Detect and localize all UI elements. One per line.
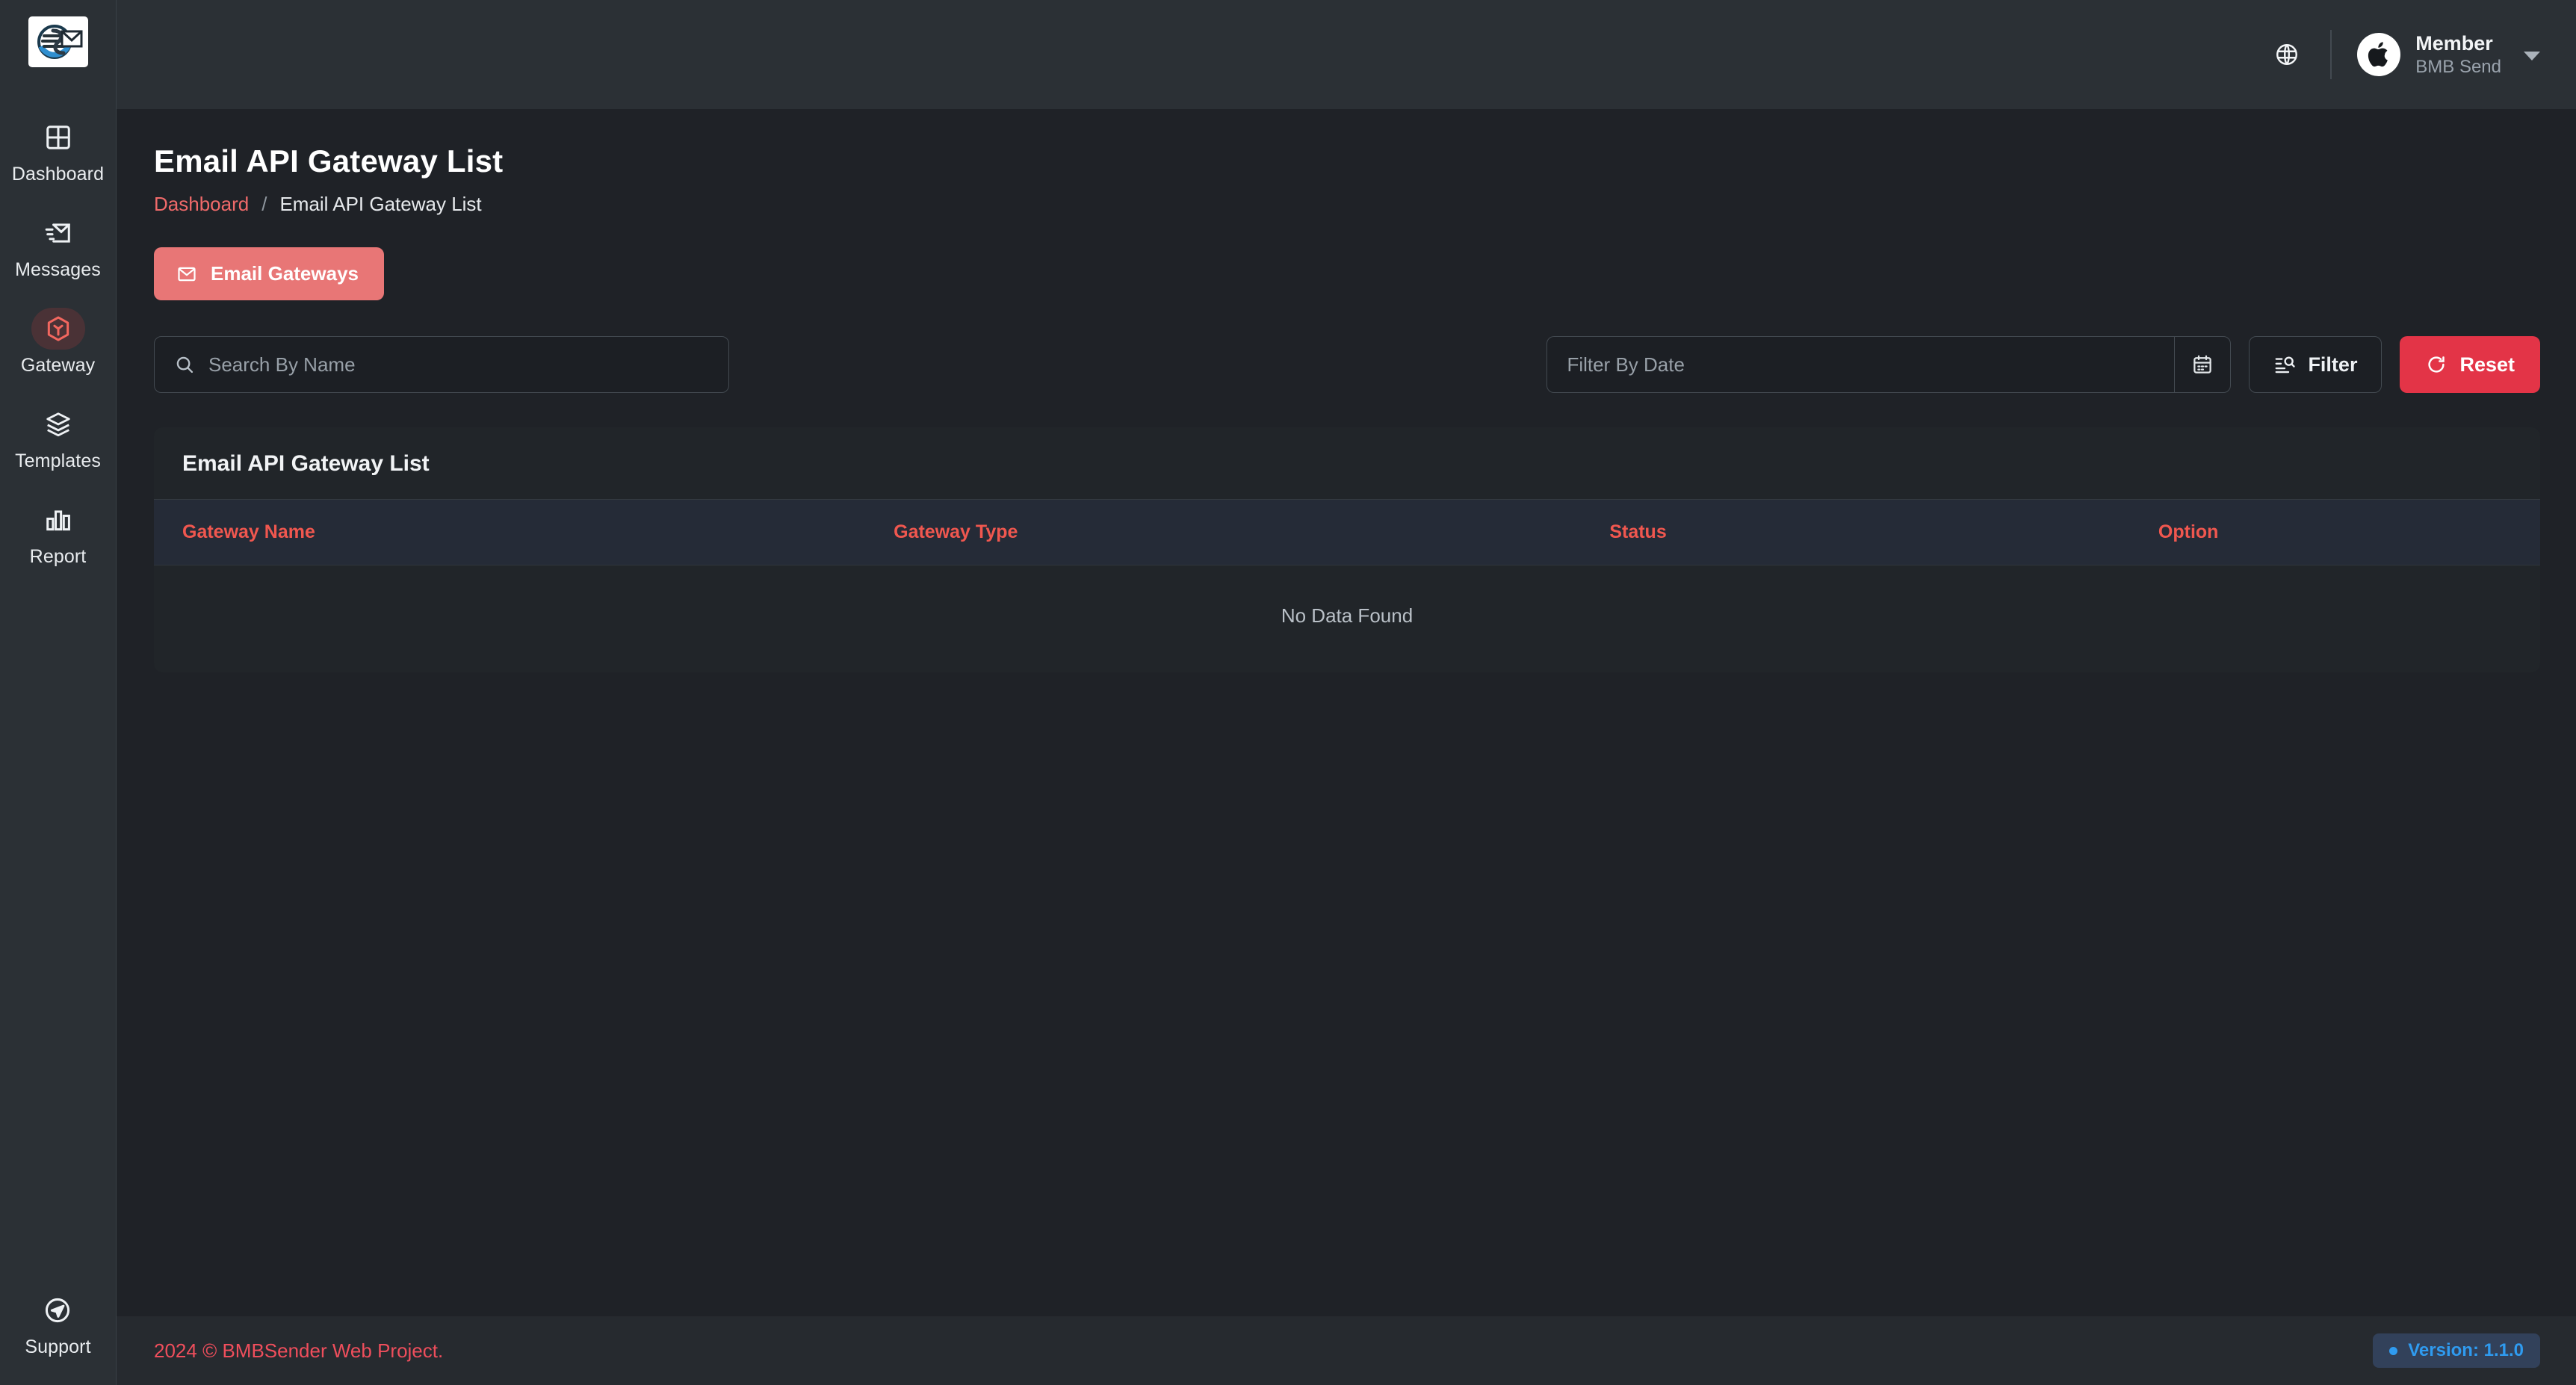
app-root: Dashboard Messages Gateway Templates Rep… [0,0,2576,1385]
sidebar-label-dashboard: Dashboard [11,164,105,185]
user-text: Member BMB Send [2415,31,2501,78]
sidebar-item-support[interactable]: Support [25,1289,91,1358]
version-badge: Version: 1.1.0 [2373,1333,2540,1368]
email-gateways-button-label: Email Gateways [211,262,359,285]
version-label: Version: 1.1.0 [2408,1340,2524,1360]
sidebar-nav: Dashboard Messages Gateway Templates Rep… [0,117,116,595]
search-input[interactable] [208,353,709,377]
breadcrumb-dashboard-link[interactable]: Dashboard [154,193,249,216]
apple-logo-icon [2368,42,2388,67]
topbar-divider [2330,30,2332,79]
gateway-hexagon-icon [47,316,69,341]
sidebar-icon-wrap [31,403,85,445]
sidebar-label-support: Support [25,1336,91,1357]
table-head: Gateway Name Gateway Type Status Option [154,499,2540,566]
app-logo[interactable] [28,16,88,67]
report-bar-chart-icon [46,510,70,531]
sidebar-icon-wrap [31,499,85,541]
footer-copyright: 2024 © BMBSender Web Project. [154,1339,444,1362]
sidebar: Dashboard Messages Gateway Templates Rep… [0,0,117,1385]
column-header-option: Option [2158,499,2540,566]
calendar-icon [2193,355,2212,374]
page-title: Email API Gateway List [154,143,504,179]
language-globe-button[interactable] [2266,34,2308,75]
right-filter-group: Filter Reset [1546,336,2540,393]
reset-button[interactable]: Reset [2400,336,2540,393]
breadcrumb-current: Email API Gateway List [279,193,482,215]
email-gateways-button[interactable]: Email Gateways [154,247,384,300]
search-field-wrap[interactable] [154,336,729,393]
user-menu[interactable]: Member BMB Send [2357,31,2540,78]
breadcrumb: Dashboard / Email API Gateway List [154,193,2540,216]
sidebar-label-messages: Messages [15,259,101,280]
filter-list-search-icon [2276,356,2296,374]
sidebar-item-dashboard[interactable]: Dashboard [0,117,116,185]
sidebar-support-wrap: Support [25,1289,91,1358]
card-title: Email API Gateway List [182,451,430,476]
support-send-icon [46,1298,70,1323]
sidebar-icon-wrap [31,308,85,350]
breadcrumb-separator: / [261,193,267,215]
no-data-message: No Data Found [154,565,2540,672]
column-header-gateway-type: Gateway Type [894,499,1610,566]
gateway-list-card: Email API Gateway List Gateway Name Gate… [154,427,2540,672]
reset-button-label: Reset [2459,353,2515,376]
bmbsender-logo-icon [37,25,82,59]
page-content: Email API Gateway List Dashboard / Email… [117,109,2576,1316]
date-filter-input[interactable] [1546,336,2175,393]
sidebar-label-report: Report [29,546,87,567]
user-name: Member [2415,31,2493,55]
user-org: BMB Send [2415,56,2501,77]
sidebar-icon-wrap [31,212,85,254]
gateway-table: Gateway Name Gateway Type Status Option … [154,499,2540,672]
search-icon [176,356,193,374]
avatar [2357,32,2401,76]
mail-icon [178,267,196,281]
calendar-picker-button[interactable] [2174,336,2232,393]
globe-icon [2276,44,2298,65]
topbar: Member BMB Send [117,0,2576,109]
table-empty-row: No Data Found [154,565,2540,672]
sidebar-item-gateway[interactable]: Gateway [0,308,116,377]
reset-refresh-icon [2428,356,2445,373]
column-header-gateway-name: Gateway Name [154,499,894,566]
table-body: No Data Found [154,565,2540,672]
card-header: Email API Gateway List [154,427,2540,499]
sidebar-icon-wrap [31,1289,84,1331]
filter-button[interactable]: Filter [2249,336,2383,393]
sidebar-item-messages[interactable]: Messages [0,212,116,281]
sidebar-label-gateway: Gateway [20,355,96,376]
templates-layers-icon [46,412,70,437]
chevron-down-icon[interactable] [2524,51,2540,61]
message-envelope-icon [45,223,70,243]
filter-toolbar: Filter Reset [154,336,2540,393]
filter-button-label: Filter [2308,353,2358,376]
sidebar-item-templates[interactable]: Templates [0,403,116,472]
footer: 2024 © BMBSender Web Project. Version: 1… [117,1316,2576,1385]
sidebar-item-report[interactable]: Report [0,499,116,568]
table-header-row: Gateway Name Gateway Type Status Option [154,499,2540,566]
dashboard-grid-icon [46,126,70,149]
date-filter-group [1546,336,2232,393]
sidebar-label-templates: Templates [15,450,101,471]
sidebar-icon-wrap [31,117,85,158]
column-header-status: Status [1609,499,2158,566]
main-column: Member BMB Send Email API Gateway List D… [117,0,2576,1385]
version-dot-icon [2389,1346,2398,1355]
